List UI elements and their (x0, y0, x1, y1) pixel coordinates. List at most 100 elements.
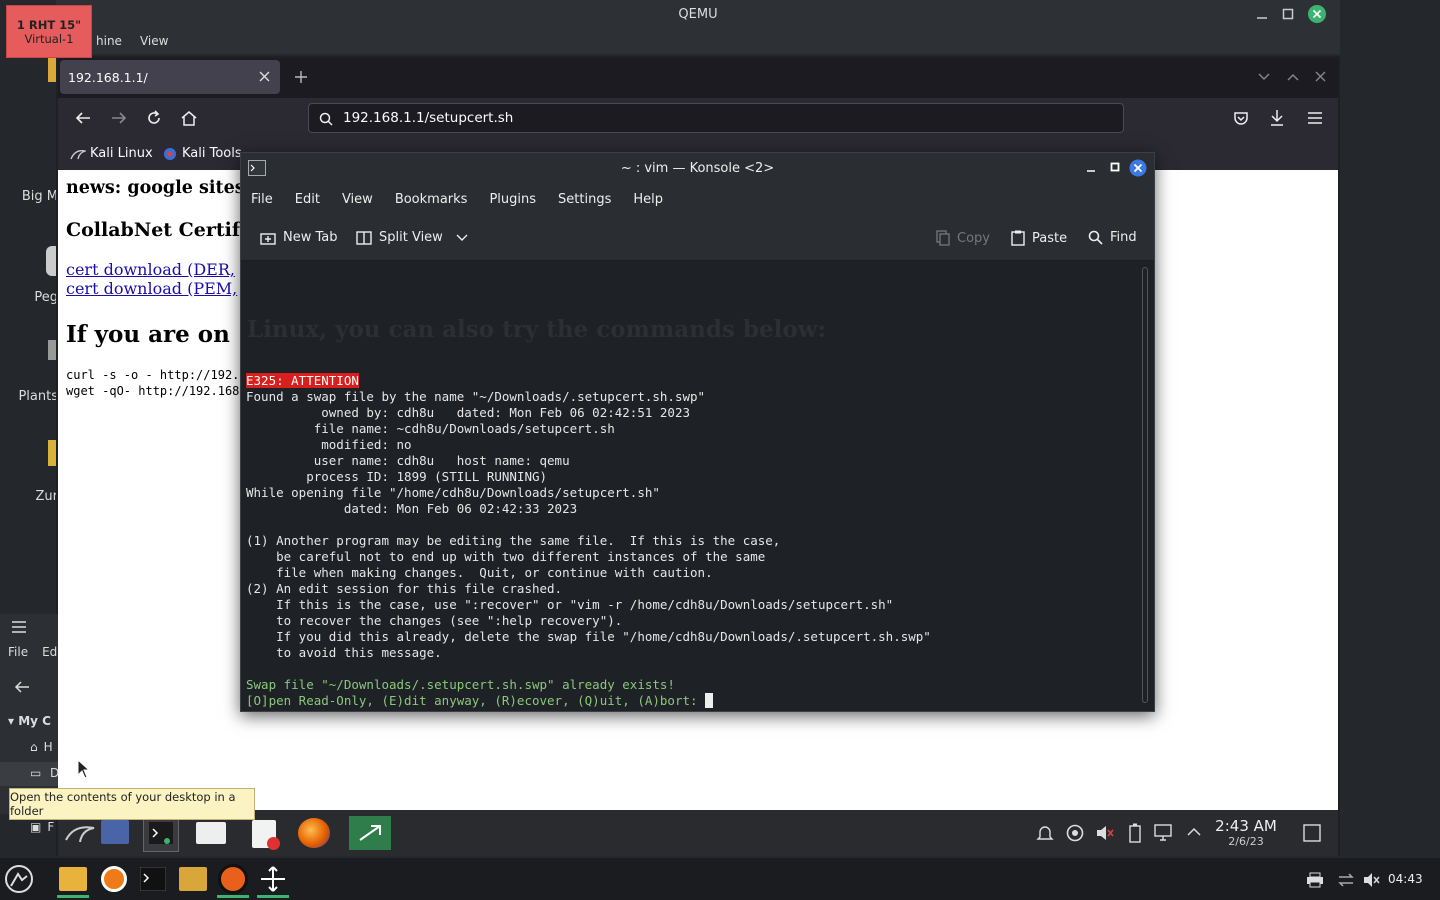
wget-command: wget -qO- http://192.168 (66, 384, 240, 398)
paste-button[interactable]: Paste (1011, 230, 1067, 246)
updates-icon[interactable] (1066, 824, 1084, 842)
browser-tab[interactable]: 192.168.1.1/ (60, 60, 280, 94)
chevron-up-icon[interactable] (1187, 827, 1201, 837)
menu-file[interactable]: File (251, 192, 273, 207)
menu-icon[interactable] (1307, 111, 1323, 125)
forward-arrow-icon[interactable] (110, 110, 128, 126)
close-icon[interactable] (1308, 5, 1326, 23)
kali-dragon-icon (70, 149, 86, 159)
show-desktop-button-icon[interactable] (1303, 824, 1321, 842)
kali-menu-icon[interactable] (64, 820, 96, 846)
display-badge: 1 RHT 15" Virtual-1 (6, 5, 92, 58)
minimize-icon[interactable] (1086, 163, 1096, 173)
search-icon (1088, 230, 1103, 245)
desktop-icon-label[interactable]: Big M (0, 189, 58, 204)
show-desktop-icon[interactable] (101, 820, 129, 844)
fm-item-desktop[interactable]: ▭ D (0, 762, 59, 786)
maximize-icon[interactable] (1282, 8, 1294, 20)
menu-edit[interactable]: Edit (295, 192, 320, 207)
terminal-icon (248, 160, 266, 176)
menu-bookmarks[interactable]: Bookmarks (395, 192, 468, 207)
menu-view[interactable]: View (140, 34, 168, 48)
host-terminal-app[interactable] (135, 860, 171, 898)
split-view-button[interactable]: Split View (356, 230, 468, 245)
vim-swap-message: E325: ATTENTION Found a swap file by the… (246, 373, 931, 709)
network-transfer-icon[interactable] (1337, 872, 1355, 888)
menu-icon[interactable] (11, 620, 27, 634)
chevron-down-icon[interactable] (1258, 72, 1270, 82)
konsole-menubar: File Edit View Bookmarks Plugins Setting… (241, 183, 1154, 215)
taskbar-remote-icon[interactable] (349, 816, 391, 850)
qemu-titlebar[interactable]: QEMU (56, 0, 1340, 28)
battery-icon[interactable] (1128, 823, 1142, 843)
qemu-menubar: hine View (56, 28, 1340, 54)
cursor: _ (705, 693, 713, 708)
chevron-up-icon[interactable] (1287, 72, 1299, 82)
find-button[interactable]: Find (1088, 230, 1137, 245)
host-qemu-app[interactable] (215, 860, 251, 898)
kali-tools-icon (164, 147, 176, 160)
volume-muted-icon[interactable] (1362, 872, 1382, 888)
printer-icon[interactable] (1306, 872, 1324, 888)
host-folder-app[interactable] (175, 860, 211, 898)
host-files-app[interactable] (55, 860, 91, 898)
paste-icon (1011, 230, 1025, 246)
desktop-icon-label[interactable]: Zur (0, 489, 59, 504)
home-icon[interactable] (180, 110, 198, 126)
back-arrow-icon[interactable] (74, 110, 92, 126)
tab-title: 192.168.1.1/ (68, 69, 148, 85)
fm-menu-edit[interactable]: Ed (42, 645, 57, 659)
launcher-icon[interactable] (4, 864, 34, 894)
host-tool-app[interactable] (255, 860, 291, 898)
menu-machine[interactable]: hine (96, 34, 122, 48)
bookmark-kali-tools[interactable]: Kali Tools (162, 146, 242, 161)
download-icon[interactable] (1269, 109, 1285, 127)
konsole-window[interactable]: ~ : vim — Konsole <2> File Edit View Boo… (240, 152, 1155, 712)
reload-icon[interactable] (146, 110, 162, 126)
taskbar-editor-icon[interactable] (252, 820, 280, 850)
close-icon[interactable] (1315, 71, 1326, 82)
taskbar-files-icon[interactable] (196, 822, 226, 844)
cert-der-link[interactable]: cert download (DER, (66, 260, 235, 279)
terminal-area[interactable]: Linux, you can also try the commands bel… (241, 261, 1154, 711)
fm-item-home[interactable]: ⌂ H (30, 740, 53, 754)
fm-section[interactable]: ▾ My C (8, 714, 51, 728)
maximize-icon[interactable] (1110, 162, 1120, 172)
menu-settings[interactable]: Settings (558, 192, 611, 207)
desktop-icon-label[interactable]: Plants (0, 389, 58, 404)
url-bar[interactable]: 192.168.1.1/setupcert.sh (308, 103, 1124, 133)
taskbar-firefox-icon[interactable] (298, 818, 330, 848)
attention-banner: E325: ATTENTION (246, 373, 359, 388)
menu-help[interactable]: Help (633, 192, 663, 207)
minimize-icon[interactable] (1256, 8, 1268, 20)
host-clock[interactable]: 04:43 (1388, 872, 1423, 886)
swap-details: Found a swap file by the name "~/Downloa… (246, 389, 931, 660)
close-icon[interactable] (1129, 159, 1147, 177)
cert-pem-link[interactable]: cert download (PEM, (66, 279, 237, 298)
move-icon (261, 866, 285, 892)
close-tab-icon[interactable] (259, 71, 270, 82)
guest-clock[interactable]: 2:43 AM 2/6/23 (1208, 817, 1284, 848)
copy-button[interactable]: Copy (936, 230, 990, 246)
back-arrow-icon[interactable] (14, 680, 30, 694)
terminal-icon (149, 822, 173, 844)
chevron-down-icon (456, 234, 468, 241)
fm-item-filesystem[interactable]: ▣ F (30, 820, 54, 834)
network-icon[interactable] (1154, 824, 1174, 842)
konsole-title: ~ : vim — Konsole <2> (620, 160, 775, 176)
menu-view[interactable]: View (342, 192, 373, 207)
notification-bell-icon[interactable] (1036, 824, 1054, 842)
bookmark-kali-linux[interactable]: Kali Linux (70, 146, 153, 161)
fm-menu-file[interactable]: File (8, 645, 28, 659)
desktop-icon-label[interactable]: Peg (0, 290, 58, 305)
desktop-app-icon[interactable] (48, 58, 56, 82)
scrollbar[interactable] (1142, 267, 1148, 703)
new-tab-icon[interactable] (294, 70, 308, 84)
konsole-toolbar: New Tab Split View Copy Paste Find (241, 215, 1154, 261)
volume-muted-icon[interactable] (1095, 824, 1115, 842)
new-tab-button[interactable]: New Tab (260, 230, 338, 245)
host-browser-app[interactable] (96, 860, 132, 898)
pocket-icon[interactable] (1233, 110, 1249, 126)
menu-plugins[interactable]: Plugins (489, 192, 536, 207)
konsole-titlebar[interactable]: ~ : vim — Konsole <2> (241, 153, 1154, 183)
